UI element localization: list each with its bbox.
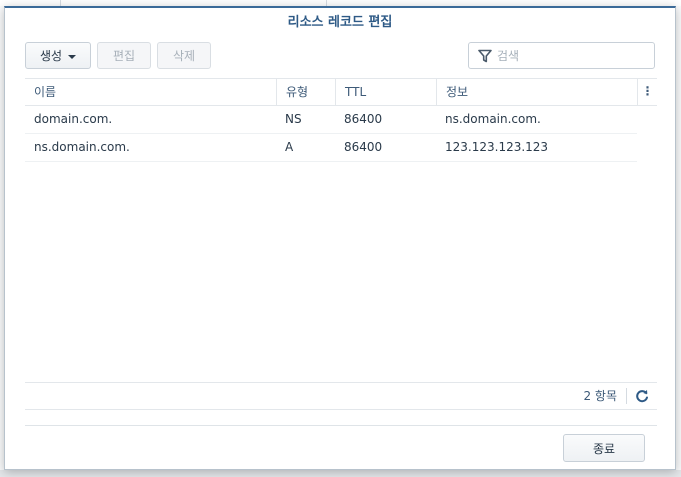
create-button[interactable]: 생성 — [25, 42, 91, 69]
cell-info: ns.domain.com. — [445, 112, 541, 126]
grid-status-bar: 2 항목 — [25, 382, 657, 410]
column-header-ttl[interactable]: TTL — [335, 79, 436, 105]
caret-down-icon — [68, 54, 77, 59]
grid-header: 이름 유형 TTL 정보 ⋮ — [25, 78, 657, 106]
cell-type: NS — [285, 112, 302, 126]
filter-icon — [478, 49, 492, 63]
refresh-icon[interactable] — [635, 389, 649, 403]
cell-name: ns.domain.com. — [34, 140, 130, 154]
dialog-title: 리소스 레코드 편집 — [287, 15, 393, 30]
vertical-ellipsis-icon: ⋮ — [641, 84, 654, 98]
table-row[interactable]: domain.com. NS 86400 ns.domain.com. — [25, 106, 637, 134]
edit-button[interactable]: 편집 — [97, 42, 151, 69]
cell-type: A — [285, 140, 294, 154]
close-button[interactable]: 종료 — [563, 434, 645, 462]
background-edge — [676, 6, 681, 477]
cell-info: 123.123.123.123 — [445, 140, 549, 154]
footer-divider — [25, 425, 657, 426]
column-menu-button[interactable]: ⋮ — [637, 79, 657, 105]
edit-resource-record-dialog: 리소스 레코드 편집 생성 편집 삭제 이름 유형 TTL 정보 ⋮ domai… — [4, 6, 676, 470]
create-button-label: 생성 — [39, 49, 63, 63]
search-box[interactable] — [468, 42, 655, 69]
delete-button[interactable]: 삭제 — [157, 42, 211, 69]
cell-ttl: 86400 — [344, 112, 383, 126]
search-input[interactable] — [497, 47, 647, 64]
column-header-type[interactable]: 유형 — [276, 79, 335, 105]
column-header-info[interactable]: 정보 — [436, 79, 637, 105]
status-divider — [626, 388, 627, 404]
background-edge — [0, 470, 681, 477]
item-count: 2 항목 — [583, 389, 617, 403]
cell-ttl: 86400 — [344, 140, 383, 154]
cell-name: domain.com. — [34, 112, 113, 126]
column-header-name[interactable]: 이름 — [25, 79, 276, 105]
table-row[interactable]: ns.domain.com. A 86400 123.123.123.123 — [25, 134, 637, 162]
